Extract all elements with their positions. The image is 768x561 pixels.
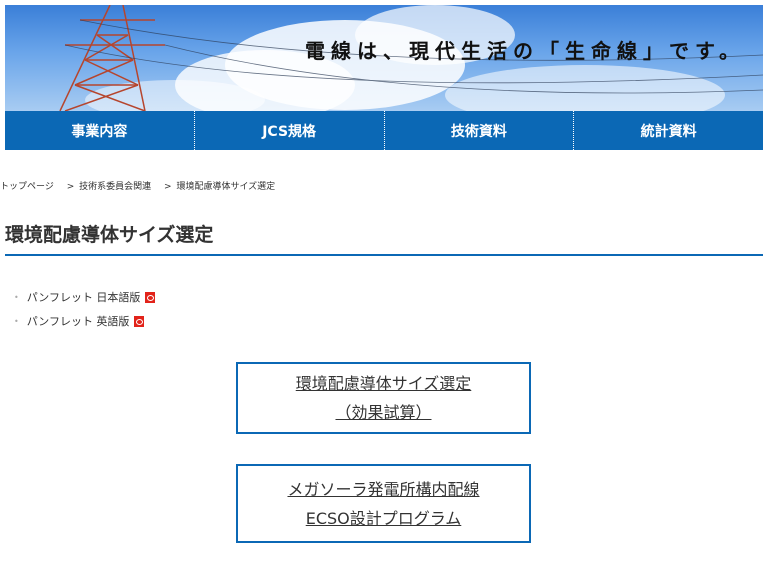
pamphlet-japanese-link[interactable]: パンフレット 日本語版 [27,289,141,305]
breadcrumb-tech-committee[interactable]: 技術系委員会関連 [79,182,151,192]
ecso-program-subtitle: ECSO設計プログラム [305,508,462,528]
main-nav: 事業内容 JCS規格 技術資料 統計資料 [5,111,763,150]
ecso-program-button[interactable]: メガソーラ発電所構内配線 ECSO設計プログラム [236,464,531,543]
pdf-icon [145,291,156,303]
nav-item-business[interactable]: 事業内容 [5,111,195,150]
pdf-icon [134,315,145,327]
effect-calculation-button[interactable]: 環境配慮導体サイズ選定 （効果試算） [236,362,531,434]
nav-item-statistics[interactable]: 統計資料 [574,111,763,150]
nav-item-technical-docs[interactable]: 技術資料 [385,111,575,150]
breadcrumb: トップページ > 技術系委員会関連 > 環境配慮導体サイズ選定 [0,179,285,192]
ecso-program-title: メガソーラ発電所構内配線 [287,479,480,499]
list-item[interactable]: • パンフレット 英語版 [14,309,155,333]
effect-calculation-subtitle: （効果試算） [335,403,432,422]
bullet-icon: • [14,292,19,302]
breadcrumb-separator: > [164,182,172,192]
effect-calculation-title: 環境配慮導体サイズ選定 [295,374,472,393]
hero-banner: 電線は、現代生活の「生命線」です。 [5,5,763,111]
page-title: 環境配慮導体サイズ選定 [5,220,763,256]
nav-item-jcs-standards[interactable]: JCS規格 [195,111,385,150]
pamphlet-list: • パンフレット 日本語版 • パンフレット 英語版 [14,285,156,333]
bullet-icon: • [14,316,19,326]
breadcrumb-current: 環境配慮導体サイズ選定 [176,182,276,192]
hero-tagline: 電線は、現代生活の「生命線」です。 [305,39,745,63]
list-item[interactable]: • パンフレット 日本語版 [14,285,156,309]
pamphlet-english-link[interactable]: パンフレット 英語版 [27,313,130,329]
breadcrumb-home[interactable]: トップページ [0,182,54,192]
breadcrumb-separator: > [66,182,75,192]
